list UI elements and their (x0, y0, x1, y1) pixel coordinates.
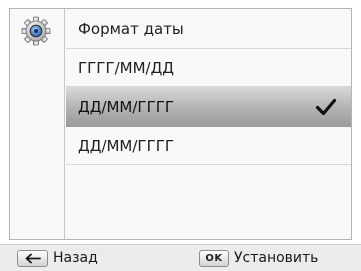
menu-title: Формат даты (66, 9, 351, 49)
back-button[interactable] (17, 250, 48, 267)
button-guide-bar: Назад OK Установить (0, 244, 361, 271)
checkmark-icon (315, 98, 337, 116)
option-label: ДД/ММ/ГГГГ (78, 98, 175, 116)
ok-button[interactable]: OK (199, 250, 229, 267)
date-format-menu: Формат даты ГГГГ/ММ/ДД ДД/ММ/ГГГГ ДД/ММ/… (9, 8, 352, 240)
set-label: Установить (234, 250, 319, 266)
option-list: Формат даты ГГГГ/ММ/ДД ДД/ММ/ГГГГ ДД/ММ/… (66, 9, 351, 239)
option-yyyy-mm-dd[interactable]: ГГГГ/ММ/ДД (66, 49, 351, 87)
return-arrow-icon (25, 253, 41, 264)
option-dd-mm-yyyy-alt[interactable]: ДД/ММ/ГГГГ (66, 127, 351, 165)
gear-icon (21, 16, 51, 46)
camera-menu-screen: Формат даты ГГГГ/ММ/ДД ДД/ММ/ГГГГ ДД/ММ/… (0, 0, 361, 271)
option-dd-mm-yyyy-selected[interactable]: ДД/ММ/ГГГГ (66, 87, 351, 127)
menu-icon-column (10, 9, 65, 239)
back-label: Назад (53, 250, 98, 266)
